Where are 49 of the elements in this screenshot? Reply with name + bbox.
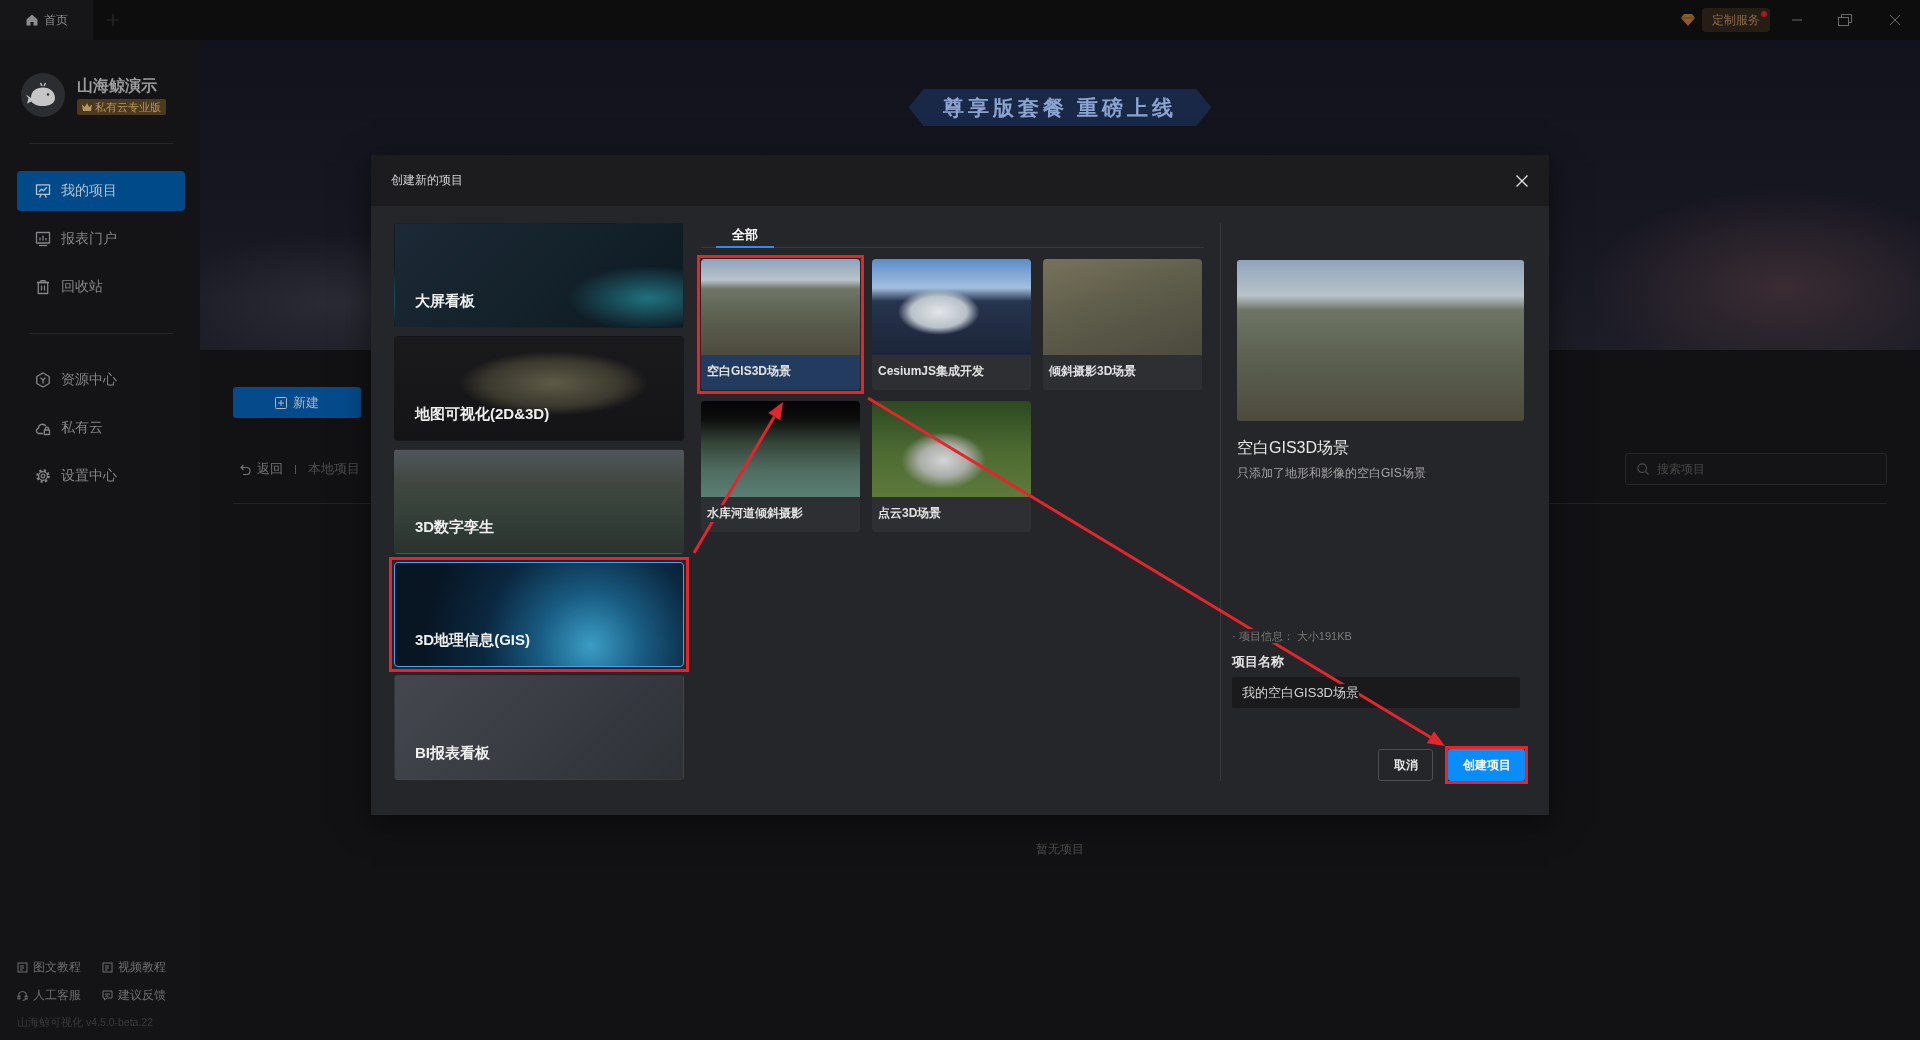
plan-label: 私有云专业版 [95, 99, 161, 115]
banner-title: 尊享版套餐 重磅上线 [908, 89, 1212, 126]
field-label: 项目名称 [1232, 653, 1285, 671]
sidebar-item[interactable]: 我的项目 [17, 171, 185, 211]
template-description: 只添加了地形和影像的空白GIS场景 [1237, 465, 1427, 481]
home-tab[interactable]: 首页 [0, 0, 93, 40]
help-link[interactable]: 人工客服 [17, 987, 81, 1003]
search-icon [1637, 463, 1649, 475]
hexagon-icon [35, 372, 51, 388]
project-info: · 项目信息： 大小191KB [1232, 629, 1352, 643]
whale-avatar-icon [21, 73, 65, 117]
template-card[interactable]: 空白GIS3D场景 [701, 259, 860, 390]
confirm-button[interactable]: 创建项目 [1448, 749, 1525, 781]
category-card[interactable]: BI报表看板 [394, 675, 684, 780]
comment-icon [102, 989, 113, 1001]
custom-service-button[interactable]: 定制服务 [1702, 8, 1770, 32]
crown-icon [82, 102, 92, 111]
settings-icon [35, 468, 51, 484]
document-icon [17, 961, 28, 973]
dialog-title: 创建新的项目 [391, 172, 463, 189]
project-name-input[interactable]: 我的空白GIS3D场景 [1232, 677, 1520, 708]
cancel-button[interactable]: 取消 [1378, 749, 1433, 781]
template-title: 空白GIS3D场景 [1237, 438, 1350, 458]
sidebar-item[interactable]: 设置中心 [17, 456, 185, 496]
back-button[interactable]: 返回 [240, 460, 283, 478]
help-link[interactable]: 视频教程 [102, 959, 166, 975]
help-link[interactable]: 建议反馈 [102, 987, 166, 1003]
sidebar-item[interactable]: 资源中心 [17, 360, 185, 400]
sidebar-item[interactable]: 私有云 [17, 408, 185, 448]
undo-icon [240, 463, 251, 475]
plus-square-icon [275, 396, 287, 409]
tab[interactable]: 全部 [716, 223, 774, 248]
document-icon [102, 961, 113, 973]
restore-icon[interactable] [1838, 14, 1852, 26]
home-icon [25, 14, 38, 26]
user-name: 山海鲸演示 [77, 75, 158, 96]
category-card[interactable]: 大屏看板 [394, 223, 684, 328]
category-card[interactable]: 3D数字孪生 [394, 449, 684, 554]
category-card[interactable]: 地图可视化(2D&3D) [394, 336, 684, 441]
sidebar-item[interactable]: 回收站 [17, 267, 185, 307]
new-button[interactable]: 新建 [233, 387, 361, 418]
presentation-chart-icon [35, 183, 51, 199]
diamond-icon [1681, 14, 1695, 26]
help-link[interactable]: 图文教程 [17, 959, 81, 975]
bar-chart-icon [35, 231, 51, 247]
sidebar-item[interactable]: 报表门户 [17, 219, 185, 259]
category-card[interactable]: 3D地理信息(GIS) [394, 562, 684, 667]
trash-icon [35, 279, 51, 295]
headset-icon [17, 989, 28, 1001]
